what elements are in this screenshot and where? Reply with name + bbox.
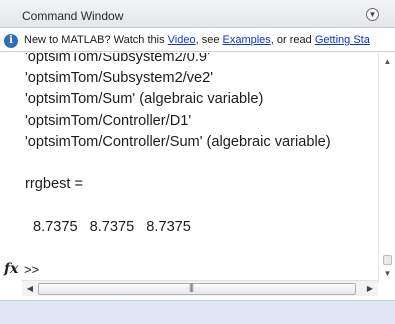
result-values: 8.7375 8.7375 8.7375 <box>25 217 331 238</box>
console-output[interactable]: 'optsimTom/Subsystem2/0.9' 'optsimTom/Su… <box>0 53 378 265</box>
title-bar: Command Window ▼ <box>0 0 395 28</box>
result-name: rrgbest = <box>25 176 83 193</box>
info-text-before: New to MATLAB? Watch this <box>24 34 168 46</box>
output-line: 'optsimTom/Subsystem2/ve2' <box>25 70 214 87</box>
command-prompt[interactable]: >> <box>24 262 39 277</box>
window-title: Command Window <box>22 9 124 23</box>
output-line: 'optsimTom/Sum' (algebraic variable) <box>25 91 264 108</box>
info-bar: i New to MATLAB? Watch this Video, see E… <box>0 31 395 52</box>
function-browser-icon[interactable]: fx <box>4 261 18 277</box>
info-text: New to MATLAB? Watch this Video, see Exa… <box>24 34 370 46</box>
scroll-grip-icon: ||| <box>189 282 194 292</box>
horizontal-scroll-thumb[interactable]: ||| <box>38 282 356 295</box>
info-icon: i <box>4 34 18 48</box>
output-line: 'optsimTom/Controller/D1' <box>25 112 192 129</box>
scroll-up-arrow-icon[interactable]: ▲ <box>379 53 395 70</box>
vertical-scroll-thumb[interactable] <box>383 255 392 265</box>
scroll-right-arrow-icon[interactable]: ▶ <box>362 281 378 297</box>
vertical-scrollbar[interactable]: ▲ ▼ <box>378 53 395 283</box>
output-line: 'optsimTom/Controller/Sum' (algebraic va… <box>25 133 331 150</box>
output-line: 'optsimTom/Subsystem2/0.9' <box>25 53 210 65</box>
command-window: Command Window ▼ i New to MATLAB? Watch … <box>0 0 395 300</box>
status-strip <box>0 300 395 324</box>
video-link[interactable]: Video <box>168 34 196 46</box>
scroll-left-arrow-icon[interactable]: ◀ <box>22 281 38 297</box>
circle-chevron-down-icon[interactable]: ▼ <box>366 8 379 21</box>
horizontal-scrollbar[interactable]: ◀ ||| ▶ <box>22 280 378 296</box>
info-text-mid1: , see <box>195 34 223 46</box>
result-value: 8.7375 <box>146 218 191 235</box>
info-text-mid2: , or read <box>270 34 315 46</box>
result-value: 8.7375 <box>89 218 135 235</box>
result-value: 8.7375 <box>33 218 78 235</box>
getting-started-link[interactable]: Getting Sta <box>315 34 370 46</box>
scroll-down-arrow-icon[interactable]: ▼ <box>379 265 395 282</box>
examples-link[interactable]: Examples <box>223 34 271 46</box>
